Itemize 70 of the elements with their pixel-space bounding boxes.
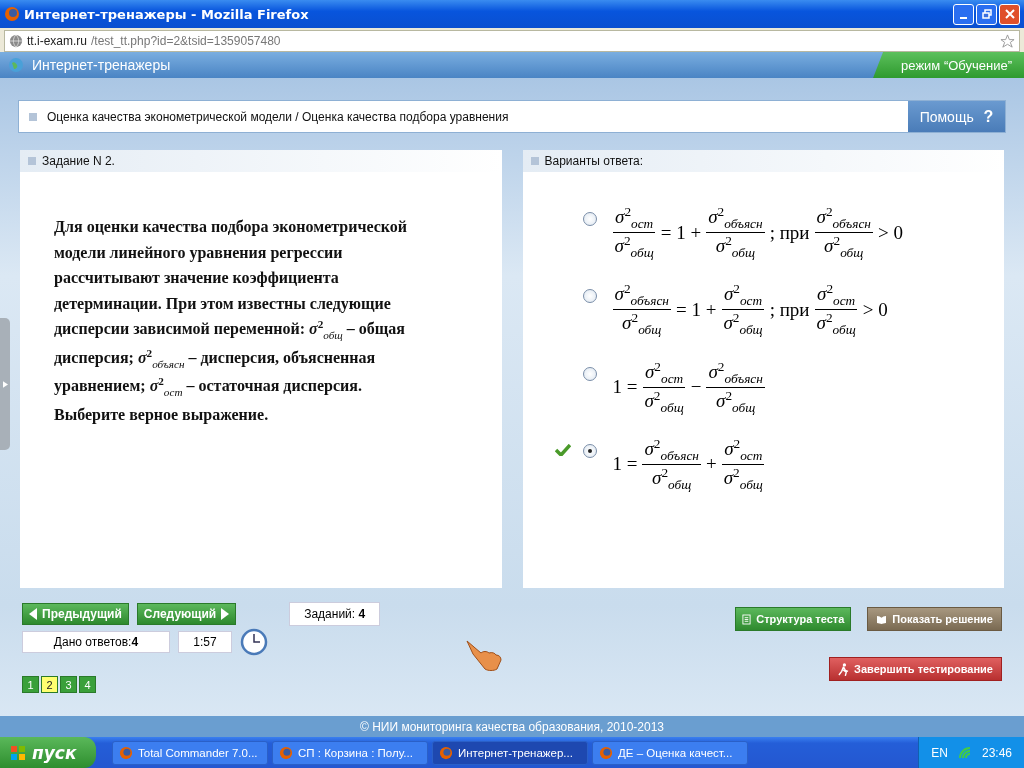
formula-text: + xyxy=(705,453,717,476)
formula-text: 1 = xyxy=(612,453,638,476)
formula-text: ; при xyxy=(769,298,810,321)
page-number[interactable]: 1 xyxy=(22,676,39,693)
window-title: Интернет-тренажеры - Mozilla Firefox xyxy=(24,6,310,22)
side-panel-handle[interactable] xyxy=(0,318,10,450)
close-icon xyxy=(1004,9,1015,19)
next-button[interactable]: Следующий xyxy=(136,603,237,625)
app-icon xyxy=(119,745,133,760)
page-number[interactable]: 4 xyxy=(79,676,96,693)
formula-text: − xyxy=(690,376,702,399)
app-icon xyxy=(279,745,293,760)
restore-icon xyxy=(981,9,992,19)
clock-icon xyxy=(240,628,268,656)
start-button[interactable]: пуск xyxy=(0,737,96,768)
panel-heading: Задание N 2. xyxy=(42,154,115,168)
task-text: Для оценки качества подбора эконометрической модели линейного уравнения регрессии рассчитывают значение коэффициента детерминации. При этом известны следующие дисперсии зависимой переменной: σ$^{2}$$_{общ}$ – общая дисперсия; σ$^{2}$$_{объясн}$ – дисперсия, объясненная уравнением; σ$^{2}$$_{ост}$ – остаточная дисперсия. Выберите верное выражение. xyxy=(54,217,409,426)
globe-icon xyxy=(9,34,23,48)
running-person-icon xyxy=(838,662,850,676)
breadcrumb-text: Оценка качества эконометрической модели / Оценка качества подбора уравнения xyxy=(47,109,510,124)
bullet-icon xyxy=(28,157,36,165)
triangle-icon xyxy=(2,380,8,388)
bookmark-star-icon[interactable] xyxy=(1000,33,1015,49)
left-triangle-icon xyxy=(29,608,37,620)
previous-button[interactable]: Предыдущий xyxy=(22,603,129,625)
answered-count: Дано ответов:4 xyxy=(22,631,170,653)
book-icon xyxy=(876,614,888,624)
taskbar-item[interactable]: ДЕ – Оценка качест... xyxy=(592,740,748,765)
timer: 1:57 xyxy=(178,631,232,653)
clock[interactable]: 23:46 xyxy=(981,745,1012,760)
app-title: Интернет-тренажеры xyxy=(32,57,172,73)
minimize-icon xyxy=(960,16,967,19)
browser-icon xyxy=(4,6,20,22)
language-indicator[interactable]: EN xyxy=(931,745,948,760)
restore-button[interactable] xyxy=(976,3,997,25)
bullet-icon xyxy=(29,112,37,121)
radio-button[interactable] xyxy=(582,443,597,458)
radio-button[interactable] xyxy=(582,366,597,381)
tasks-count: Заданий: 4 xyxy=(289,602,381,626)
app-icon xyxy=(439,745,453,760)
formula-text: > 0 xyxy=(862,298,888,321)
formula-text: ; при xyxy=(769,221,810,244)
address-bar[interactable]: tt.i-exam.ru /test_tt.php?id=2&tsid=1359057480 xyxy=(4,30,1020,52)
help-button[interactable]: Помощь ? xyxy=(908,101,1005,132)
minimize-button[interactable] xyxy=(953,3,974,25)
formula-text: = 1 + xyxy=(660,221,702,244)
show-solution-button[interactable]: Показать решение xyxy=(867,607,1002,631)
page-number[interactable]: 3 xyxy=(60,676,77,693)
hand-pointer-icon xyxy=(465,638,505,672)
taskbar-item[interactable]: Total Commander 7.0... xyxy=(112,740,268,765)
right-triangle-icon xyxy=(221,608,230,620)
globe-icon xyxy=(8,57,24,73)
structure-button[interactable]: Структура теста xyxy=(735,607,852,631)
radio-button[interactable] xyxy=(582,289,597,304)
network-icon[interactable] xyxy=(957,745,972,760)
copyright-text: © НИИ мониторинга качества образования, 2010-2013 xyxy=(360,719,664,734)
app-icon xyxy=(599,745,613,760)
formula-text: > 0 xyxy=(877,221,903,244)
windows-logo-icon xyxy=(10,744,26,761)
radio-button[interactable] xyxy=(582,212,597,226)
bullet-icon xyxy=(530,157,539,165)
formula-text: 1 = xyxy=(612,376,638,399)
page-number[interactable]: 2 xyxy=(41,676,58,693)
taskbar-item[interactable]: Интернет-тренажер... xyxy=(432,740,588,765)
formula-text: = 1 + xyxy=(675,298,717,321)
document-icon xyxy=(742,613,752,625)
taskbar-item[interactable]: СП : Корзина : Полу... xyxy=(272,740,428,765)
close-button[interactable] xyxy=(999,3,1020,25)
finish-test-button[interactable]: Завершить тестирование xyxy=(829,657,1002,681)
panel-heading: Варианты ответа: xyxy=(544,154,644,168)
